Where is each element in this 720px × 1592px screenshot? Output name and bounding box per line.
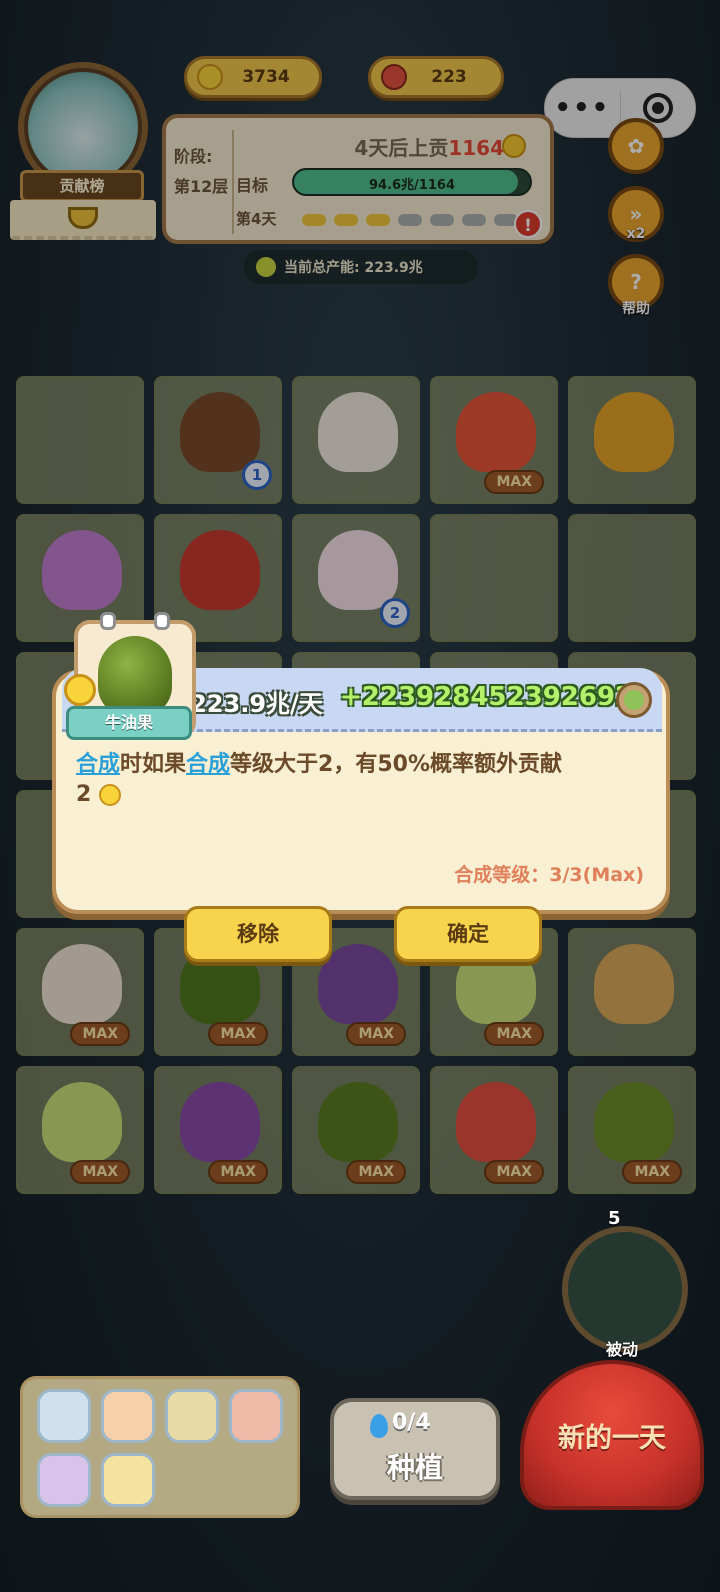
passive-skill-button[interactable] <box>562 1226 688 1352</box>
cabbage-icon <box>616 682 652 718</box>
merge-link[interactable]: 合成 <box>186 752 230 777</box>
new-day-label: 新的一天 <box>558 1423 666 1454</box>
merge-level: 合成等级：3/3(Max) <box>454 864 644 886</box>
seed-packet-icon[interactable] <box>101 1453 155 1507</box>
desc-text: 2 <box>76 782 92 807</box>
card-ring-left <box>100 612 116 630</box>
passive-count: 5 <box>608 1208 621 1229</box>
bonus-amount: +2239284523926​92 <box>340 682 634 712</box>
map-icon[interactable] <box>165 1389 219 1443</box>
desc-text: 时如果 <box>120 752 187 777</box>
mushroom-icon[interactable] <box>101 1389 155 1443</box>
plant-name: 牛油果 <box>66 706 192 740</box>
plant-count: 0/4 <box>392 1410 431 1435</box>
tool-tray <box>20 1376 300 1518</box>
plant-label: 种植 <box>386 1451 443 1484</box>
sun-icon <box>98 784 121 806</box>
avocado-image <box>98 636 172 716</box>
card-ring-right <box>154 612 170 630</box>
plant-button[interactable]: 0/4 种植 <box>330 1398 500 1500</box>
sun-icon <box>64 674 96 706</box>
water-drop-icon <box>370 1414 388 1438</box>
remove-button[interactable]: 移除 <box>184 906 332 962</box>
passive-label: 被动 <box>606 1340 639 1359</box>
spotted-mushroom-icon[interactable] <box>229 1389 283 1443</box>
plant-description: 合成时如果合成等级大于2，有50%概率额外贡献 2 <box>76 750 656 810</box>
scroll-icon[interactable] <box>37 1389 91 1443</box>
confirm-button[interactable]: 确定 <box>394 906 542 962</box>
desc-text: 等级大于2，有50%概率额外贡献 <box>230 752 563 777</box>
merge-link[interactable]: 合成 <box>76 752 120 777</box>
bee-icon[interactable] <box>37 1453 91 1507</box>
